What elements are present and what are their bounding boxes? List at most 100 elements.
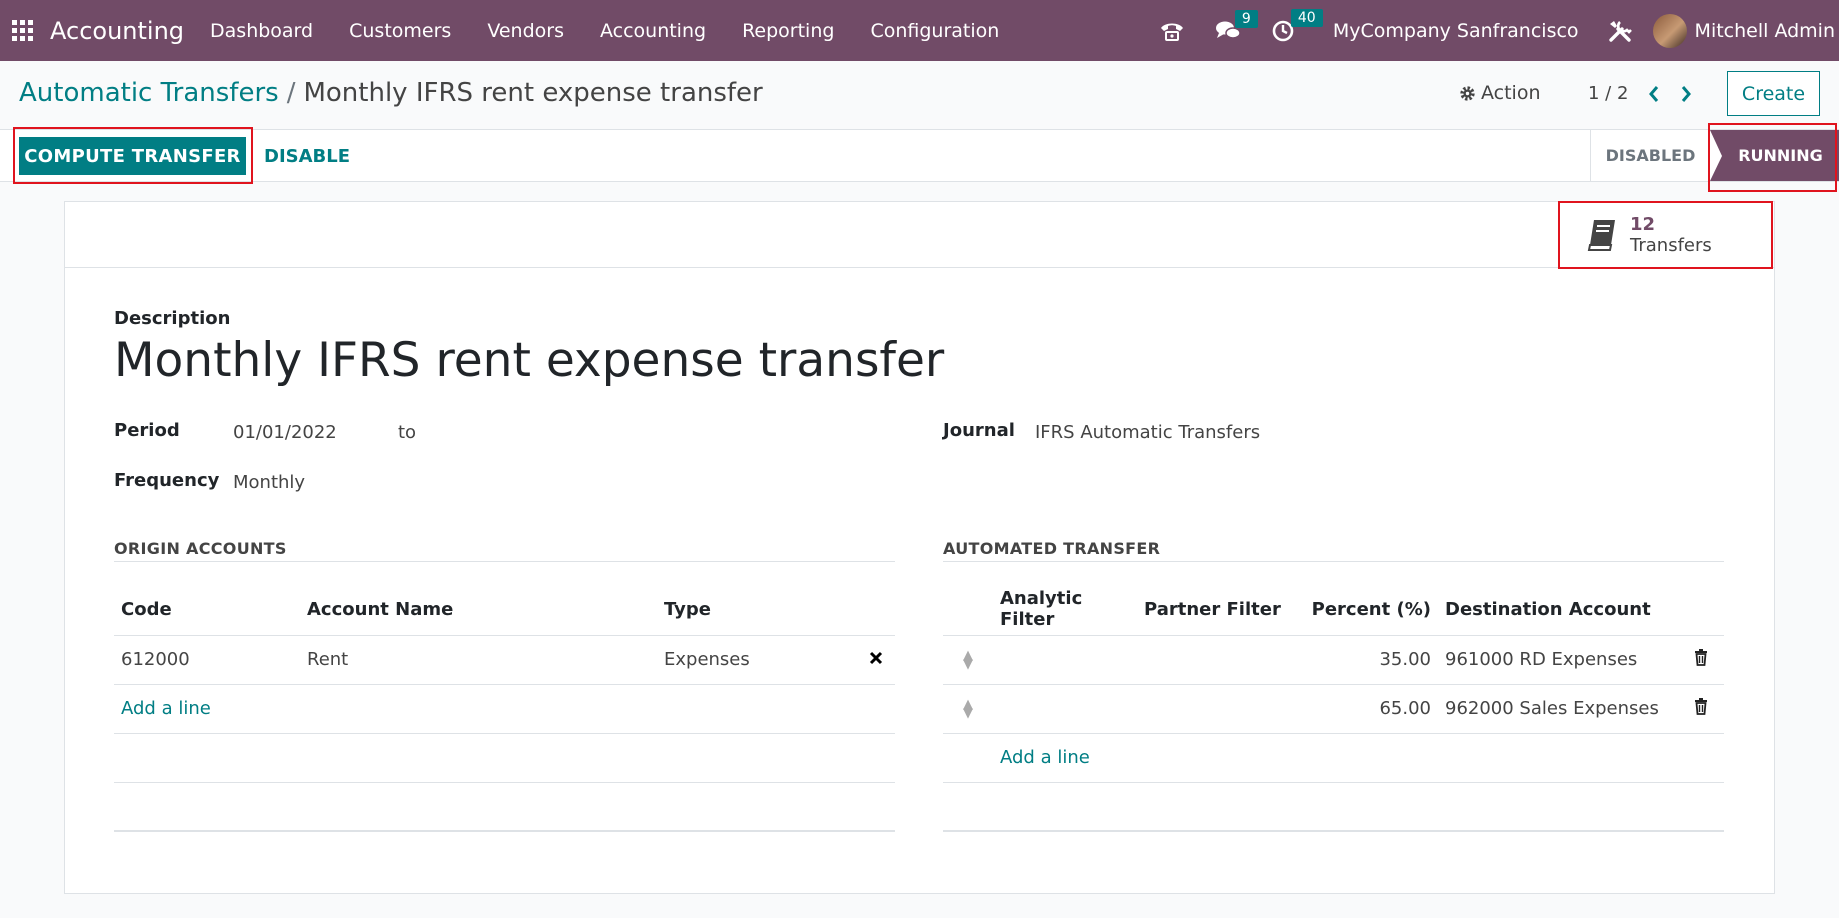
origin-add-line-link[interactable]: Add a line <box>121 698 211 719</box>
stage-running[interactable]: RUNNING <box>1710 130 1839 181</box>
cell-account-name[interactable]: Rent <box>300 635 657 685</box>
journal-field[interactable]: IFRS Automatic Transfers <box>1035 422 1260 443</box>
add-line-row: Add a line <box>943 733 1724 783</box>
stage-disabled[interactable]: DISABLED <box>1590 130 1710 181</box>
table-row[interactable]: 612000 Rent Expenses <box>114 635 895 685</box>
cell-analytic-filter[interactable] <box>993 635 1137 685</box>
cell-destination-account[interactable]: 961000 RD Expenses <box>1438 635 1678 685</box>
column-partner-filter[interactable]: Partner Filter <box>1137 584 1293 636</box>
top-navbar: Accounting Dashboard Customers Vendors A… <box>0 0 1839 61</box>
activity-badge: 40 <box>1290 8 1323 27</box>
gear-icon <box>1460 85 1475 101</box>
cell-partner-filter[interactable] <box>1137 684 1293 734</box>
frequency-label: Frequency <box>114 470 220 491</box>
menu-customers[interactable]: Customers <box>349 20 451 42</box>
automated-transfer-divider <box>943 561 1724 562</box>
column-analytic-filter[interactable]: Analytic Filter <box>993 584 1137 636</box>
user-avatar[interactable] <box>1652 13 1687 48</box>
column-actions <box>1678 584 1724 636</box>
table-header-row: Analytic Filter Partner Filter Percent (… <box>943 584 1724 636</box>
user-menu[interactable]: Mitchell Admin <box>1695 20 1835 42</box>
trash-icon <box>1695 697 1707 715</box>
messages-badge: 9 <box>1234 9 1258 28</box>
empty-row <box>943 782 1724 832</box>
pager-value[interactable]: 1 / 2 <box>1588 83 1628 104</box>
transfers-count: 12 <box>1630 214 1656 235</box>
app-name[interactable]: Accounting <box>50 17 184 45</box>
column-percent[interactable]: Percent (%) <box>1293 584 1438 636</box>
company-switcher[interactable]: MyCompany Sanfrancisco <box>1333 20 1579 42</box>
table-row[interactable]: ▲ ▼ 35.00 961000 RD Expenses <box>943 635 1724 685</box>
cell-destination-account[interactable]: 962000 Sales Expenses <box>1438 684 1678 734</box>
cell-partner-filter[interactable] <box>1137 635 1293 685</box>
origin-accounts-table: Code Account Name Type 612000 Rent Expen… <box>114 584 895 832</box>
origin-accounts-divider <box>114 561 895 562</box>
empty-row <box>114 733 895 783</box>
drag-handle[interactable]: ▲ ▼ <box>943 684 993 734</box>
pager-next-button[interactable] <box>1676 80 1696 108</box>
chevron-left-icon <box>1649 86 1659 102</box>
table-row[interactable]: ▲ ▼ 65.00 962000 Sales Expenses <box>943 684 1724 734</box>
cell-analytic-filter[interactable] <box>993 684 1137 734</box>
debug-tools-icon[interactable] <box>1607 18 1633 44</box>
breadcrumb: Automatic Transfers / Monthly IFRS rent ex… <box>19 78 763 108</box>
frequency-field[interactable]: Monthly <box>233 472 305 493</box>
transfers-label: Transfers <box>1630 235 1712 256</box>
table-header-row: Code Account Name Type <box>114 584 895 636</box>
pager-previous-button[interactable] <box>1644 80 1664 108</box>
automated-add-line-link[interactable]: Add a line <box>1000 747 1090 768</box>
column-type[interactable]: Type <box>657 584 857 636</box>
trash-icon <box>1695 648 1707 666</box>
automated-transfer-table: Analytic Filter Partner Filter Percent (… <box>943 584 1724 832</box>
breadcrumb-separator: / <box>286 78 296 108</box>
origin-accounts-title: ORIGIN ACCOUNTS <box>114 539 287 558</box>
action-menu-button[interactable]: Action <box>1459 82 1541 104</box>
menu-dashboard[interactable]: Dashboard <box>210 20 313 42</box>
chevron-right-icon <box>1681 86 1691 102</box>
form-sheet: 12 Transfers Description Monthly IFRS re… <box>64 201 1775 894</box>
add-line-row: Add a line <box>114 684 895 734</box>
description-label: Description <box>114 308 231 329</box>
cell-percent[interactable]: 35.00 <box>1293 635 1438 685</box>
column-actions <box>857 584 895 636</box>
menu-vendors[interactable]: Vendors <box>487 20 564 42</box>
delete-row-button[interactable] <box>1678 635 1724 685</box>
period-label: Period <box>114 420 180 441</box>
action-label: Action <box>1481 82 1541 104</box>
create-button[interactable]: Create <box>1727 71 1820 116</box>
messages-icon[interactable]: 9 <box>1215 9 1258 42</box>
smart-button-box: 12 Transfers <box>65 202 1774 268</box>
menu-reporting[interactable]: Reporting <box>742 20 834 42</box>
apps-menu-icon[interactable] <box>12 19 34 42</box>
cell-percent[interactable]: 65.00 <box>1293 684 1438 734</box>
transfers-smart-button[interactable]: 12 Transfers <box>1560 202 1774 268</box>
column-code[interactable]: Code <box>114 584 300 636</box>
cell-type[interactable]: Expenses <box>657 635 857 685</box>
close-icon <box>869 651 883 665</box>
disable-button[interactable]: DISABLE <box>264 146 350 167</box>
drag-handle[interactable]: ▲ ▼ <box>943 635 993 685</box>
column-account-name[interactable]: Account Name <box>300 584 657 636</box>
description-field[interactable]: Monthly IFRS rent expense transfer <box>114 333 944 388</box>
sort-handle-icon: ▲ ▼ <box>963 647 973 672</box>
remove-row-button[interactable] <box>857 635 895 685</box>
automated-transfer-title: AUTOMATED TRANSFER <box>943 539 1161 558</box>
journal-label: Journal <box>943 420 1015 441</box>
sort-handle-icon: ▲ ▼ <box>963 696 973 721</box>
period-start-field[interactable]: 01/01/2022 <box>233 422 337 443</box>
delete-row-button[interactable] <box>1678 684 1724 734</box>
phone-icon[interactable] <box>1159 20 1185 42</box>
breadcrumb-current: Monthly IFRS rent expense transfer <box>303 78 763 108</box>
period-to-label: to <box>398 422 417 443</box>
breadcrumb-automatic-transfers[interactable]: Automatic Transfers <box>19 78 279 108</box>
column-destination-account[interactable]: Destination Account <box>1438 584 1678 636</box>
compute-transfer-button[interactable]: COMPUTE TRANSFER <box>19 137 246 175</box>
status-bar: COMPUTE TRANSFER DISABLE DISABLED RUNNIN… <box>0 129 1839 182</box>
column-handle <box>943 584 993 636</box>
menu-accounting[interactable]: Accounting <box>600 20 706 42</box>
activity-clock-icon[interactable]: 40 <box>1271 8 1323 43</box>
book-icon <box>1587 220 1615 251</box>
cell-code[interactable]: 612000 <box>114 635 300 685</box>
menu-configuration[interactable]: Configuration <box>870 20 999 42</box>
empty-row <box>114 782 895 832</box>
